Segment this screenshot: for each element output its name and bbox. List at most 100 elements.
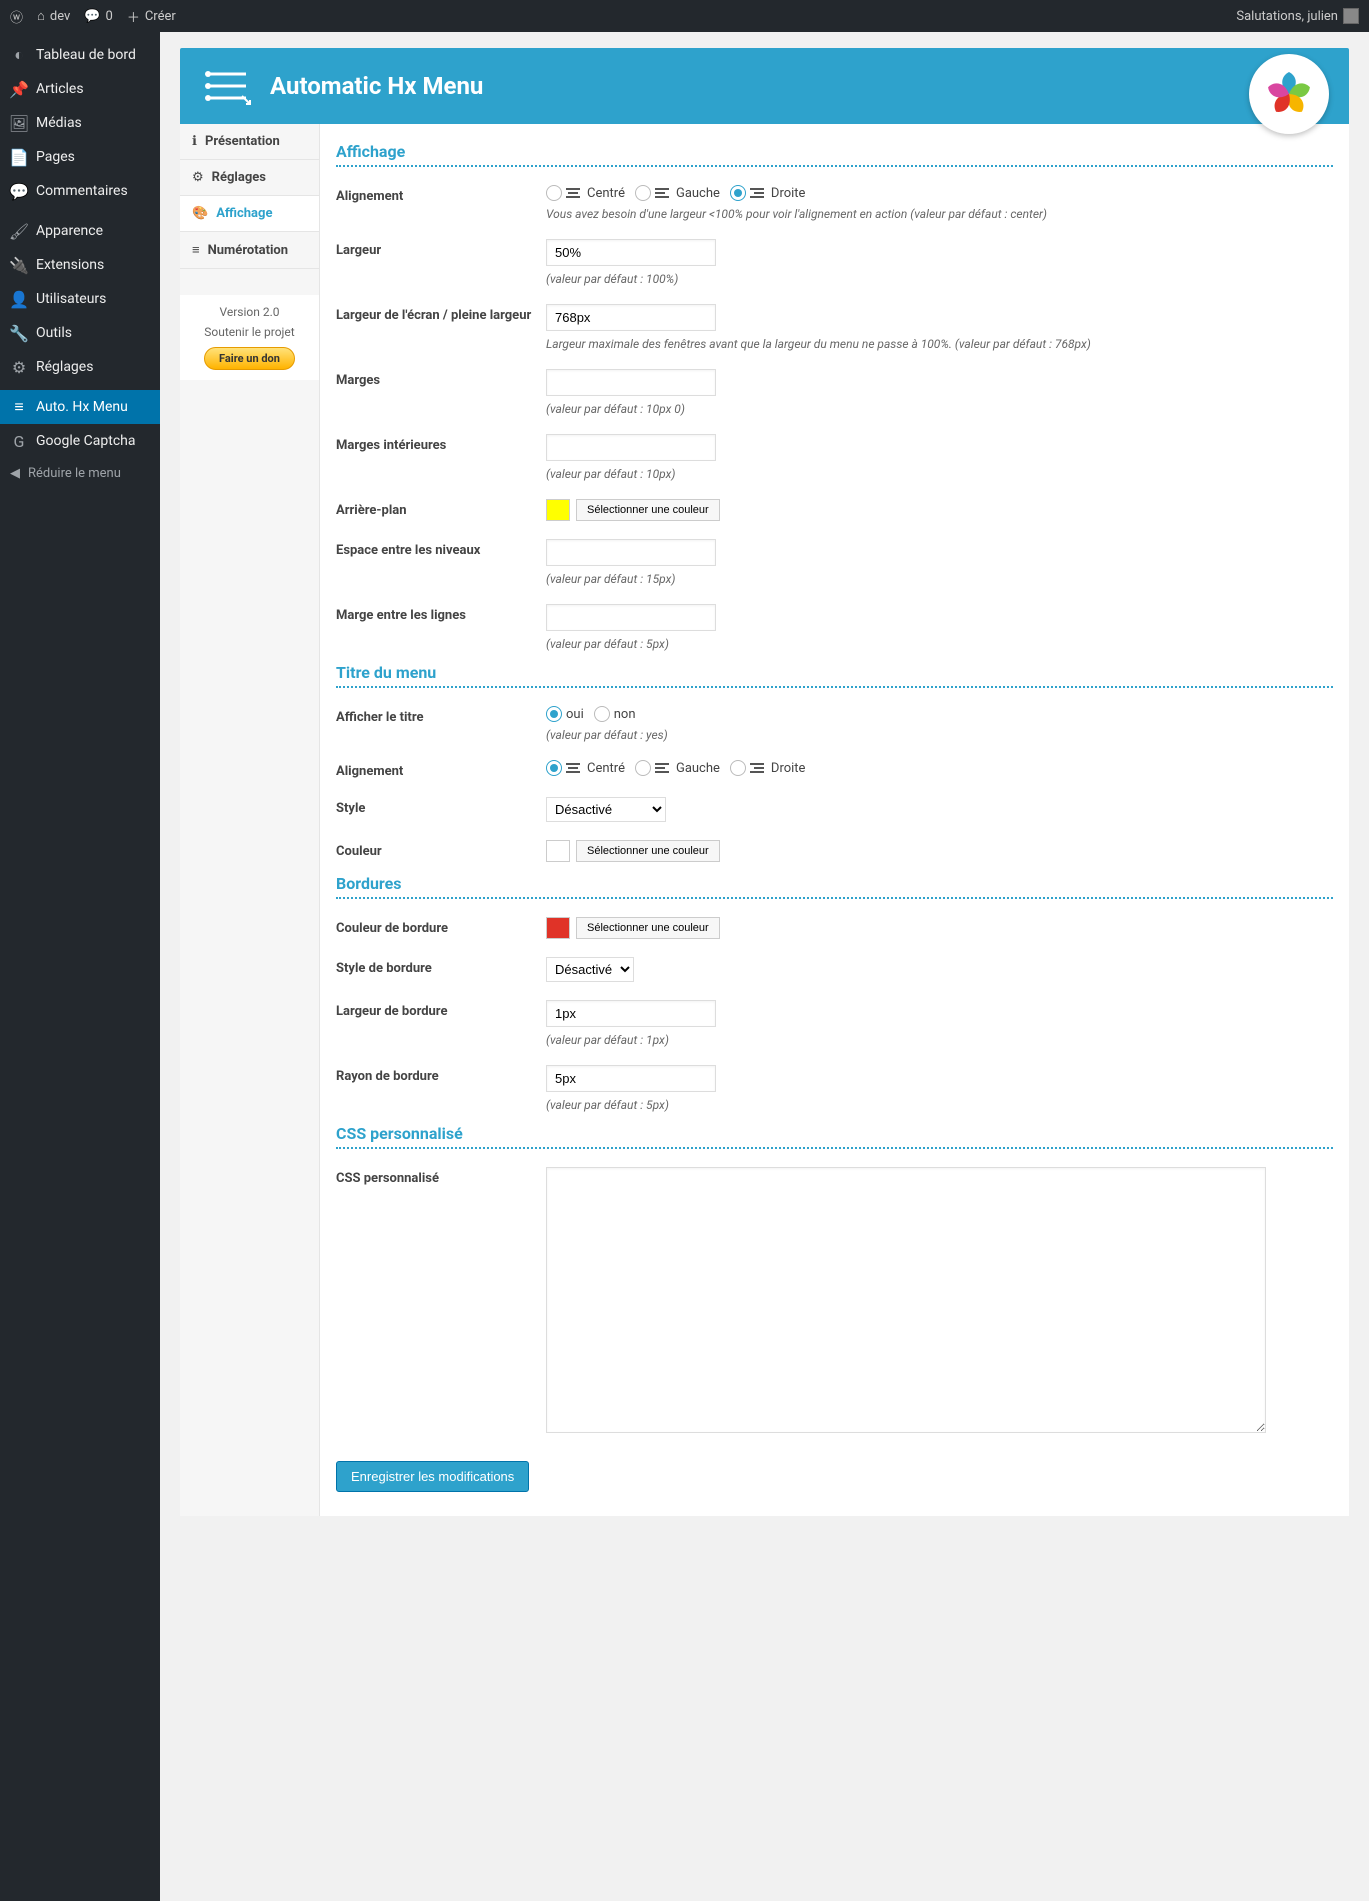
radio-non[interactable]: non — [594, 706, 636, 722]
section-bordures: Bordures — [336, 874, 1333, 899]
menu-icon: 💬 — [10, 182, 28, 200]
menu-icon: 🖌 — [10, 222, 28, 240]
menu-icon: ≡ — [10, 398, 28, 416]
greeting[interactable]: Salutations, julien — [1236, 8, 1359, 24]
sidebar-item-commentaires[interactable]: 💬 Commentaires — [0, 174, 160, 208]
label-marges-int: Marges intérieures — [336, 434, 546, 481]
subnav-icon: ≡ — [192, 242, 200, 258]
sidebar-item-articles[interactable]: 📌Articles — [0, 72, 160, 106]
comments-count[interactable]: 💬0 — [84, 9, 113, 24]
plugin-badge-icon — [1249, 54, 1329, 134]
color-btn-bord[interactable]: Sélectionner une couleur — [576, 917, 720, 939]
row-custom-css: CSS personnalisé — [336, 1153, 1333, 1441]
version-text: Version 2.0 — [190, 305, 309, 319]
align-right-icon — [750, 188, 764, 198]
swatch-couleur[interactable] — [546, 840, 570, 862]
collapse-menu[interactable]: ◀Réduire le menu — [0, 458, 160, 489]
row-couleur: Couleur Sélectionner une couleur — [336, 826, 1333, 866]
settings-subnav: ℹ Présentation ⚙Réglages🎨Affichage≡Numérot… — [180, 124, 320, 1516]
subnav-icon: ℹ — [192, 134, 197, 149]
new-content[interactable]: ＋Créer — [127, 7, 176, 26]
input-espace[interactable] — [546, 539, 716, 566]
color-btn-couleur[interactable]: Sélectionner une couleur — [576, 840, 720, 862]
talign-centre[interactable]: Centré — [546, 760, 625, 776]
submit-button[interactable]: Enregistrer les modifications — [336, 1461, 529, 1492]
select-bord-style[interactable]: Désactivé — [546, 957, 634, 982]
label-title-align: Alignement — [336, 760, 546, 779]
menu-label: Apparence — [36, 223, 103, 239]
align-droite[interactable]: Droite — [730, 185, 806, 201]
row-afficher-titre: Afficher le titre oui non (valeur par dé… — [336, 692, 1333, 746]
label-marge-lignes: Marge entre les lignes — [336, 604, 546, 651]
label-marges: Marges — [336, 369, 546, 416]
label-bord-radius: Rayon de bordure — [336, 1065, 546, 1112]
plugin-banner: Automatic Hx Menu — [180, 48, 1349, 124]
align-centre[interactable]: Centré — [546, 185, 625, 201]
textarea-custom-css[interactable] — [546, 1167, 1266, 1433]
subnav-label: Réglages — [212, 170, 266, 185]
label-bord-style: Style de bordure — [336, 957, 546, 982]
menu-icon: 🖼 — [10, 114, 28, 132]
label-arriere: Arrière-plan — [336, 499, 546, 521]
label-largeur-ecran: Largeur de l'écran / pleine largeur — [336, 304, 546, 351]
sidebar-item-r-glages[interactable]: ⚙Réglages — [0, 350, 160, 384]
talign-droite[interactable]: Droite — [730, 760, 806, 776]
input-largeur-ecran[interactable] — [546, 304, 716, 331]
label-espace: Espace entre les niveaux — [336, 539, 546, 586]
sidebar-item-extensions[interactable]: 🔌Extensions — [0, 248, 160, 282]
row-marge-lignes: Marge entre les lignes (valeur par défau… — [336, 590, 1333, 655]
input-marges[interactable] — [546, 369, 716, 396]
wp-logo[interactable]: ⓦ — [10, 7, 23, 26]
menu-icon: G — [10, 432, 28, 450]
settings-panel: ℹ Présentation ⚙Réglages🎨Affichage≡Numérot… — [180, 124, 1349, 1516]
section-css: CSS personnalisé — [336, 1124, 1333, 1149]
input-largeur[interactable] — [546, 239, 716, 266]
color-btn-arriere[interactable]: Sélectionner une couleur — [576, 499, 720, 521]
menu-icon: 👤 — [10, 290, 28, 308]
input-bord-radius[interactable] — [546, 1065, 716, 1092]
site-name[interactable]: ⌂dev — [37, 8, 70, 24]
sidebar-item-m-dias[interactable]: 🖼Médias — [0, 106, 160, 140]
subnav-item-r-glages[interactable]: ⚙Réglages — [180, 160, 319, 196]
radio-oui[interactable]: oui — [546, 706, 584, 722]
swatch-bord-color[interactable] — [546, 917, 570, 939]
menu-label: Auto. Hx Menu — [36, 399, 128, 415]
menu-label: Pages — [36, 149, 75, 165]
input-marges-int[interactable] — [546, 434, 716, 461]
subnav-item-pr-sentation[interactable]: ℹ Présentation — [180, 124, 319, 160]
row-bord-width: Largeur de bordure (valeur par défaut : … — [336, 986, 1333, 1051]
section-titre-menu: Titre du menu — [336, 663, 1333, 688]
sidebar-item-pages[interactable]: 📄Pages — [0, 140, 160, 174]
sidebar-item-tableau-de-bord[interactable]: ◐Tableau de bord — [0, 38, 160, 72]
align-left-icon — [655, 188, 669, 198]
swatch-arriere[interactable] — [546, 499, 570, 521]
menu-label: Google Captcha — [36, 433, 136, 449]
talign-gauche[interactable]: Gauche — [635, 760, 720, 776]
sidebar-item-outils[interactable]: 🔧Outils — [0, 316, 160, 350]
hint-alignement: Vous avez besoin d'une largeur <100% pou… — [546, 207, 1333, 221]
label-custom-css: CSS personnalisé — [336, 1167, 546, 1437]
sidebar-item-auto-hx-menu[interactable]: ≡ Auto. Hx Menu — [0, 390, 160, 424]
donate-button[interactable]: Faire un don — [204, 347, 295, 370]
menu-label: Commentaires — [36, 183, 128, 199]
form-area: Affichage Alignement Centré Gauche Droit… — [320, 124, 1349, 1516]
row-style: Style Désactivé — [336, 783, 1333, 826]
subnav-item-affichage[interactable]: 🎨Affichage — [180, 196, 319, 232]
sidebar-item-utilisateurs[interactable]: 👤Utilisateurs — [0, 282, 160, 316]
menu-icon: ⚙ — [10, 358, 28, 376]
subnav-label: Présentation — [205, 134, 280, 149]
hint-bord-radius: (valeur par défaut : 5px) — [546, 1098, 1333, 1112]
hint-largeur-ecran: Largeur maximale des fenêtres avant que … — [546, 337, 1333, 351]
input-marge-lignes[interactable] — [546, 604, 716, 631]
menu-label: Extensions — [36, 257, 104, 273]
subnav-label: Affichage — [216, 206, 272, 221]
align-gauche[interactable]: Gauche — [635, 185, 720, 201]
hint-marge-lignes: (valeur par défaut : 5px) — [546, 637, 1333, 651]
sidebar-item-google-captcha[interactable]: G Google Captcha — [0, 424, 160, 458]
select-style[interactable]: Désactivé — [546, 797, 666, 822]
row-bord-style: Style de bordure Désactivé — [336, 943, 1333, 986]
input-bord-width[interactable] — [546, 1000, 716, 1027]
label-alignement: Alignement — [336, 185, 546, 221]
subnav-item-num-rotation[interactable]: ≡Numérotation — [180, 232, 319, 269]
sidebar-item-apparence[interactable]: 🖌 Apparence — [0, 214, 160, 248]
